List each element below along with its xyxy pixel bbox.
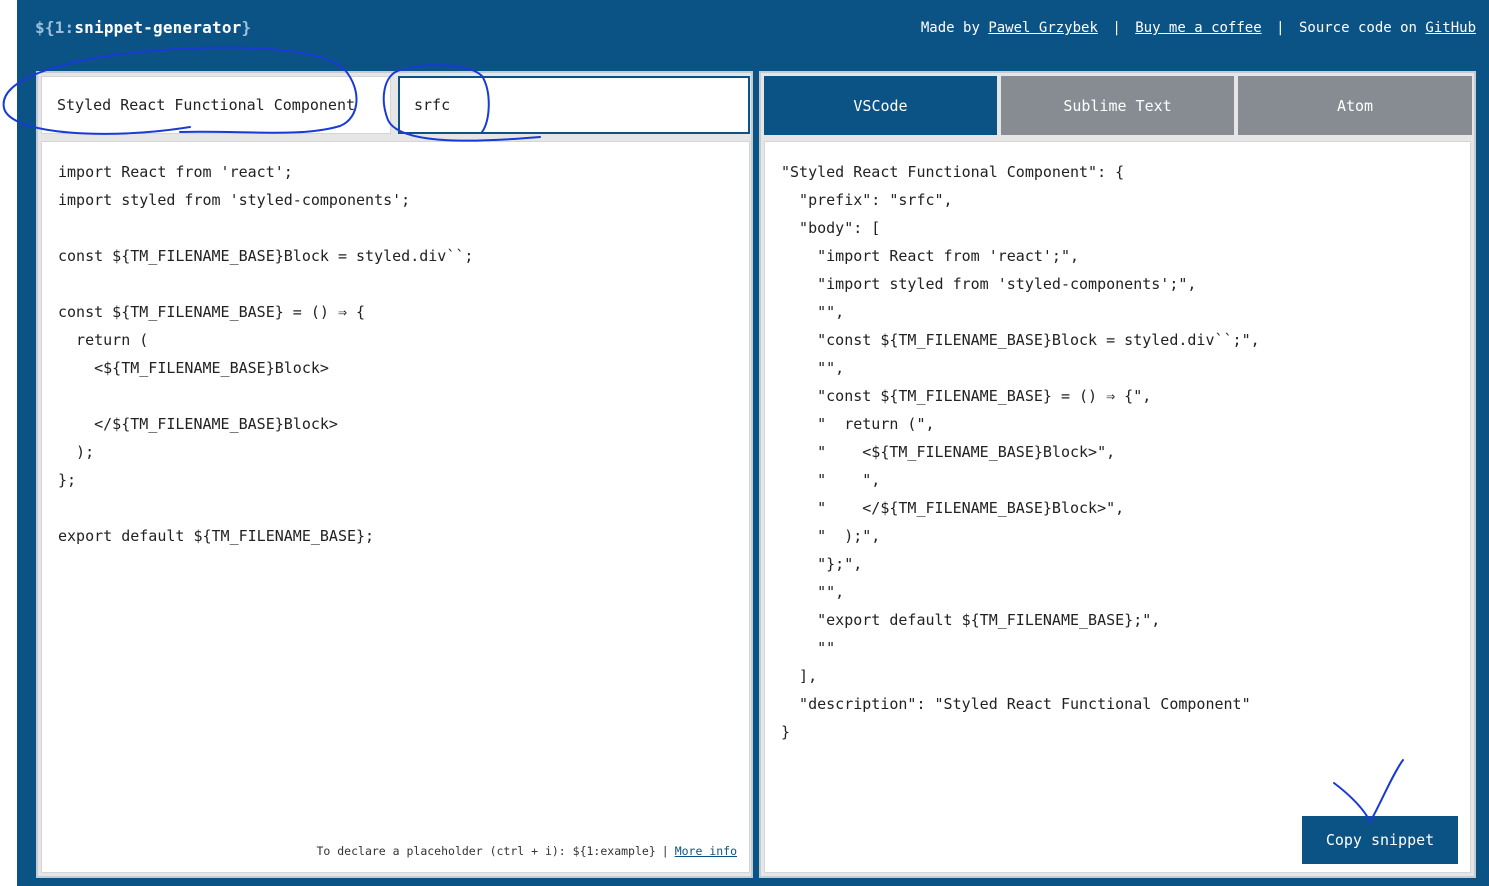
output-line: "const ${TM_FILENAME_BASE}Block = styled… [781, 331, 1260, 349]
more-info-link[interactable]: More info [675, 844, 737, 858]
editor-panel: import React from 'react'; import styled … [36, 71, 753, 878]
header-credits: Made by Pawel Grzybek | Buy me a coffee … [921, 20, 1476, 36]
app-frame: ${1:snippet-generator} Made by Pawel Grz… [17, 0, 1489, 886]
separator: | [1112, 20, 1121, 36]
tab-atom[interactable]: Atom [1238, 76, 1472, 135]
output-line: "import React from 'react';", [781, 247, 1080, 265]
output-line: "prefix": "srfc", [781, 191, 953, 209]
output-panel: VSCode Sublime Text Atom "Styled React F… [759, 71, 1476, 878]
source-code-text: Source code on [1298, 20, 1417, 36]
output-line: "Styled React Functional Component": { [781, 163, 1125, 181]
snippet-output: "Styled React Functional Component": { "… [764, 141, 1471, 873]
output-line: "const ${TM_FILENAME_BASE} = () ⇒ {", [781, 387, 1152, 405]
output-line: " return (", [781, 415, 935, 433]
output-line: "body": [ [781, 219, 881, 237]
code-line: export default ${TM_FILENAME_BASE}; [58, 527, 375, 545]
output-line: " </${TM_FILENAME_BASE}Block>", [781, 499, 1125, 517]
tab-sublime-text[interactable]: Sublime Text [1001, 76, 1234, 135]
output-line: " <${TM_FILENAME_BASE}Block>", [781, 443, 1116, 461]
code-line: import styled from 'styled-components'; [58, 191, 411, 209]
separator: | [1276, 20, 1285, 36]
code-lines: import React from 'react'; import styled … [58, 158, 473, 550]
output-line: } [781, 723, 791, 741]
output-line: "", [781, 303, 845, 321]
description-input[interactable] [41, 76, 391, 134]
output-line: " );", [781, 527, 881, 545]
prefix-input[interactable] [398, 76, 750, 134]
code-line: ); [58, 443, 95, 461]
buy-coffee-link[interactable]: Buy me a coffee [1135, 20, 1261, 36]
output-line: "export default ${TM_FILENAME_BASE};", [781, 611, 1161, 629]
output-line: " ", [781, 471, 881, 489]
code-line: import React from 'react'; [58, 163, 293, 181]
code-line: }; [58, 471, 77, 489]
logo: ${1:snippet-generator} [35, 18, 252, 37]
snippet-code-editor[interactable]: import React from 'react'; import styled … [41, 141, 750, 873]
code-line: return ( [58, 331, 149, 349]
output-lines: "Styled React Functional Component": { "… [781, 158, 1260, 746]
output-line: "" [781, 639, 836, 657]
copy-snippet-button[interactable]: Copy snippet [1302, 816, 1458, 864]
output-line: "import styled from 'styled-components';… [781, 275, 1197, 293]
code-line: </${TM_FILENAME_BASE}Block> [58, 415, 338, 433]
made-by-text: Made by [920, 20, 980, 36]
github-link[interactable]: GitHub [1425, 20, 1476, 36]
tab-vscode[interactable]: VSCode [764, 76, 997, 135]
placeholder-hint: To declare a placeholder (ctrl + i): ${1… [316, 844, 737, 858]
output-line: ], [781, 667, 818, 685]
output-line: "", [781, 583, 845, 601]
output-line: "description": "Styled React Functional … [781, 695, 1251, 713]
code-line: <${TM_FILENAME_BASE}Block> [58, 359, 329, 377]
author-link[interactable]: Pawel Grzybek [988, 20, 1098, 36]
output-line: "", [781, 359, 845, 377]
output-line: "};", [781, 555, 863, 573]
code-line: const ${TM_FILENAME_BASE}Block = styled.… [58, 247, 474, 265]
code-line: const ${TM_FILENAME_BASE} = () ⇒ { [58, 303, 366, 321]
header: ${1:snippet-generator} Made by Pawel Grz… [17, 0, 1489, 58]
